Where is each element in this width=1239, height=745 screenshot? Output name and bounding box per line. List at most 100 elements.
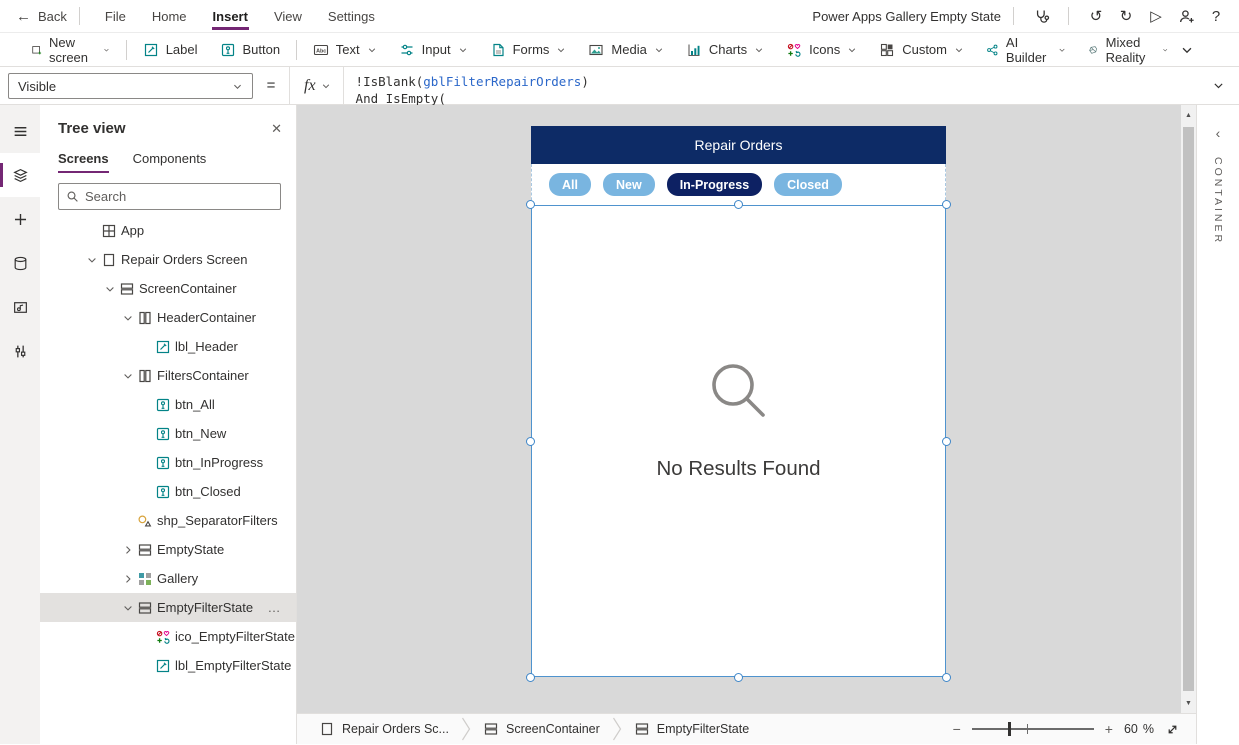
chevron-left-icon[interactable]: ‹ [1216,125,1221,141]
tree-item-app[interactable]: App [40,216,296,245]
selection-handle[interactable] [526,200,535,209]
tree-item-headercontainer[interactable]: HeaderContainer [40,303,296,332]
tree-item-gallery[interactable]: Gallery [40,564,296,593]
formula-input[interactable]: !IsBlank(gblFilterRepairOrders)And IsEmp… [344,67,1197,105]
undo-button[interactable]: ↺ [1081,0,1111,33]
selection-handle[interactable] [942,437,951,446]
tree-item-ico-emptyfilterstate[interactable]: ico_EmptyFilterState [40,622,296,651]
tree-item-lbl-header[interactable]: lbl_Header [40,332,296,361]
scroll-up-icon[interactable]: ▲ [1181,107,1196,123]
menu-item-file[interactable]: File [92,0,139,33]
tree-item-btn-closed[interactable]: btn_Closed [40,477,296,506]
scroll-down-icon[interactable]: ▼ [1181,695,1196,711]
breadcrumb-item-screencontainer[interactable]: ScreenContainer [471,721,612,737]
breadcrumb-item-repair-orders-sc[interactable]: Repair Orders Sc... [307,721,461,737]
rail-item-hamburger-menu[interactable] [0,109,40,153]
selection-handle[interactable] [526,673,535,682]
label-icon [143,42,159,58]
toolbar-item-charts[interactable]: Charts [675,33,775,67]
toolbar-item-icons[interactable]: Icons [775,33,868,67]
zoom-percent-value: 60 [1124,722,1138,736]
share-button[interactable] [1171,0,1201,33]
toolbar-item-custom[interactable]: Custom [868,33,975,67]
menu-item-settings[interactable]: Settings [315,0,388,33]
tab-components[interactable]: Components [133,151,207,173]
chevron-down-icon [556,45,566,55]
rail-item-advanced-tools[interactable] [0,329,40,373]
tree-item-emptystate[interactable]: EmptyState [40,535,296,564]
left-rail [0,105,40,744]
tree-item-btn-inprogress[interactable]: btn_InProgress [40,448,296,477]
toolbar-item-media[interactable]: Media [577,33,674,67]
tree-item-btn-all[interactable]: btn_All [40,390,296,419]
toolbar-item-mixed-reality[interactable]: Mixed Reality [1077,33,1179,67]
selection-handle[interactable] [942,673,951,682]
canvas-scrollbar[interactable]: ▲ ▼ [1181,105,1196,713]
chevron-down-icon [232,81,243,92]
zoom-slider[interactable] [972,728,1094,730]
empty-filter-state-container[interactable]: No Results Found [531,205,946,677]
redo-button[interactable]: ↻ [1111,0,1141,33]
selection-handle[interactable] [526,437,535,446]
tree-item-filterscontainer[interactable]: FiltersContainer [40,361,296,390]
filter-button-new[interactable]: New [603,173,655,196]
toolbar-item-text[interactable]: Text [302,33,388,67]
filter-button-closed[interactable]: Closed [774,173,842,196]
toolbar-item-label[interactable]: Label [132,33,209,67]
selection-handle[interactable] [734,673,743,682]
help-button[interactable]: ? [1201,0,1231,33]
design-canvas[interactable]: Repair Orders All New In-Progress Closed No… [297,105,1196,713]
selection-handle[interactable] [942,200,951,209]
breadcrumb-item-emptyfilterstate[interactable]: EmptyFilterState [622,721,761,737]
tree-item-shp-separatorfilters[interactable]: shp_SeparatorFilters [40,506,296,535]
properties-panel-collapsed[interactable]: ‹ CONTAINER [1196,105,1239,744]
button-icon [155,484,171,500]
search-input[interactable] [85,189,273,204]
tree-item-emptyfilterstate[interactable]: EmptyFilterState … [40,593,296,622]
container-icon [483,721,499,737]
menu-item-insert[interactable]: Insert [200,0,261,33]
toolbar-item-button[interactable]: Button [209,33,292,67]
tree-item-repair-orders-screen[interactable]: Repair Orders Screen [40,245,296,274]
icons-icon [155,629,171,645]
filter-button-all[interactable]: All [549,173,591,196]
back-button[interactable]: ← Back [16,8,67,25]
more-options-icon[interactable]: … [268,600,283,615]
rail-item-data[interactable] [0,241,40,285]
preview-play-button[interactable]: ▷ [1141,0,1171,33]
zoom-in-button[interactable]: + [1105,721,1113,737]
formula-bar-expand-button[interactable] [1197,67,1239,104]
toolbar-item-new-screen[interactable]: New screen [20,33,121,67]
app-header-bar[interactable]: Repair Orders [531,126,946,164]
tree-item-lbl-emptyfilterstate[interactable]: lbl_EmptyFilterState [40,651,296,680]
search-icon [66,190,79,203]
fit-to-window-icon[interactable] [1165,722,1180,737]
property-selector[interactable]: Visible [8,73,253,99]
zoom-slider-thumb[interactable] [1008,722,1012,736]
app-checker-button[interactable] [1026,0,1056,33]
close-icon[interactable]: ✕ [271,121,282,137]
toolbar-item-input[interactable]: Input [388,33,479,67]
selection-handle[interactable] [734,200,743,209]
tree-item-btn-new[interactable]: btn_New [40,419,296,448]
zoom-out-button[interactable]: − [953,721,961,737]
toolbar-item-forms[interactable]: Forms [479,33,578,67]
text-icon [313,42,329,58]
menu-item-home[interactable]: Home [139,0,200,33]
rail-item-insert-plus[interactable] [0,197,40,241]
toolbar-overflow-button[interactable] [1180,43,1194,57]
help-icon: ? [1212,8,1220,25]
fx-selector[interactable]: fx [289,67,344,104]
label-icon [155,339,171,355]
toolbar-item-ai-builder[interactable]: AI Builder [975,33,1077,67]
rail-item-media-panel[interactable] [0,285,40,329]
container-icon [137,542,153,558]
tab-screens[interactable]: Screens [58,151,109,173]
menu-item-view[interactable]: View [261,0,315,33]
rail-item-tree-view[interactable] [0,153,40,197]
filter-button-in-progress[interactable]: In-Progress [667,173,762,196]
filters-container: All New In-Progress Closed [531,164,946,205]
selected-control-type-label: CONTAINER [1212,157,1224,245]
scrollbar-thumb[interactable] [1183,127,1194,691]
tree-item-screencontainer[interactable]: ScreenContainer [40,274,296,303]
